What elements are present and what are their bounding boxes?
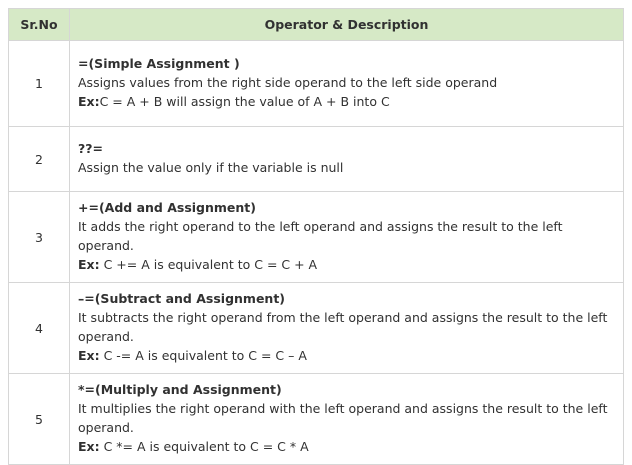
- table-row: 1 =(Simple Assignment ) Assigns values f…: [8, 40, 624, 127]
- operator-title: ??=: [78, 141, 103, 156]
- row-description: *=(Multiply and Assignment) It multiplie…: [69, 373, 624, 465]
- row-number: 3: [8, 191, 70, 283]
- table-row: 5 *=(Multiply and Assignment) It multipl…: [8, 373, 624, 465]
- row-description: ??= Assign the value only if the variabl…: [69, 126, 624, 192]
- operator-example: Ex: C += A is equivalent to C = C + A: [78, 255, 615, 274]
- operator-description: Assign the value only if the variable is…: [78, 160, 344, 175]
- table-header-row: Sr.No Operator & Description: [8, 8, 624, 41]
- row-description: +=(Add and Assignment) It adds the right…: [69, 191, 624, 283]
- row-number: 4: [8, 282, 70, 374]
- operator-example: Ex:C = A + B will assign the value of A …: [78, 92, 615, 111]
- example-text: C -= A is equivalent to C = C – A: [99, 348, 307, 363]
- table-row: 4 –=(Subtract and Assignment) It subtrac…: [8, 282, 624, 374]
- example-label: Ex:: [78, 348, 100, 363]
- operator-title: +=(Add and Assignment): [78, 200, 256, 215]
- operator-title: *=(Multiply and Assignment): [78, 382, 282, 397]
- operator-example: Ex: C *= A is equivalent to C = C * A: [78, 437, 615, 456]
- operators-table: Sr.No Operator & Description 1 =(Simple …: [8, 8, 624, 465]
- header-sr-no: Sr.No: [8, 8, 70, 41]
- example-label: Ex:: [78, 93, 100, 109]
- example-text: C = A + B will assign the value of A + B…: [99, 93, 390, 109]
- example-text: C += A is equivalent to C = C + A: [99, 257, 318, 272]
- operator-description: It adds the right operand to the left op…: [78, 219, 563, 253]
- row-number: 1: [8, 40, 70, 127]
- row-number: 5: [8, 373, 70, 465]
- operator-example: Ex: C -= A is equivalent to C = C – A: [78, 346, 615, 365]
- operator-description: It multiplies the right operand with the…: [78, 401, 608, 435]
- table-row: 3 +=(Add and Assignment) It adds the rig…: [8, 191, 624, 283]
- table-row: 2 ??= Assign the value only if the varia…: [8, 126, 624, 192]
- row-number: 2: [8, 126, 70, 192]
- example-text: C *= A is equivalent to C = C * A: [99, 439, 309, 454]
- example-label: Ex:: [78, 257, 100, 272]
- row-description: –=(Subtract and Assignment) It subtracts…: [69, 282, 624, 374]
- operator-title: –=(Subtract and Assignment): [78, 291, 286, 306]
- operator-description: Assigns values from the right side opera…: [78, 74, 498, 90]
- header-operator-description: Operator & Description: [69, 8, 624, 41]
- example-label: Ex:: [78, 439, 100, 454]
- operator-title: =(Simple Assignment ): [78, 55, 240, 71]
- row-description: =(Simple Assignment ) Assigns values fro…: [69, 40, 624, 127]
- operator-description: It subtracts the right operand from the …: [78, 310, 608, 344]
